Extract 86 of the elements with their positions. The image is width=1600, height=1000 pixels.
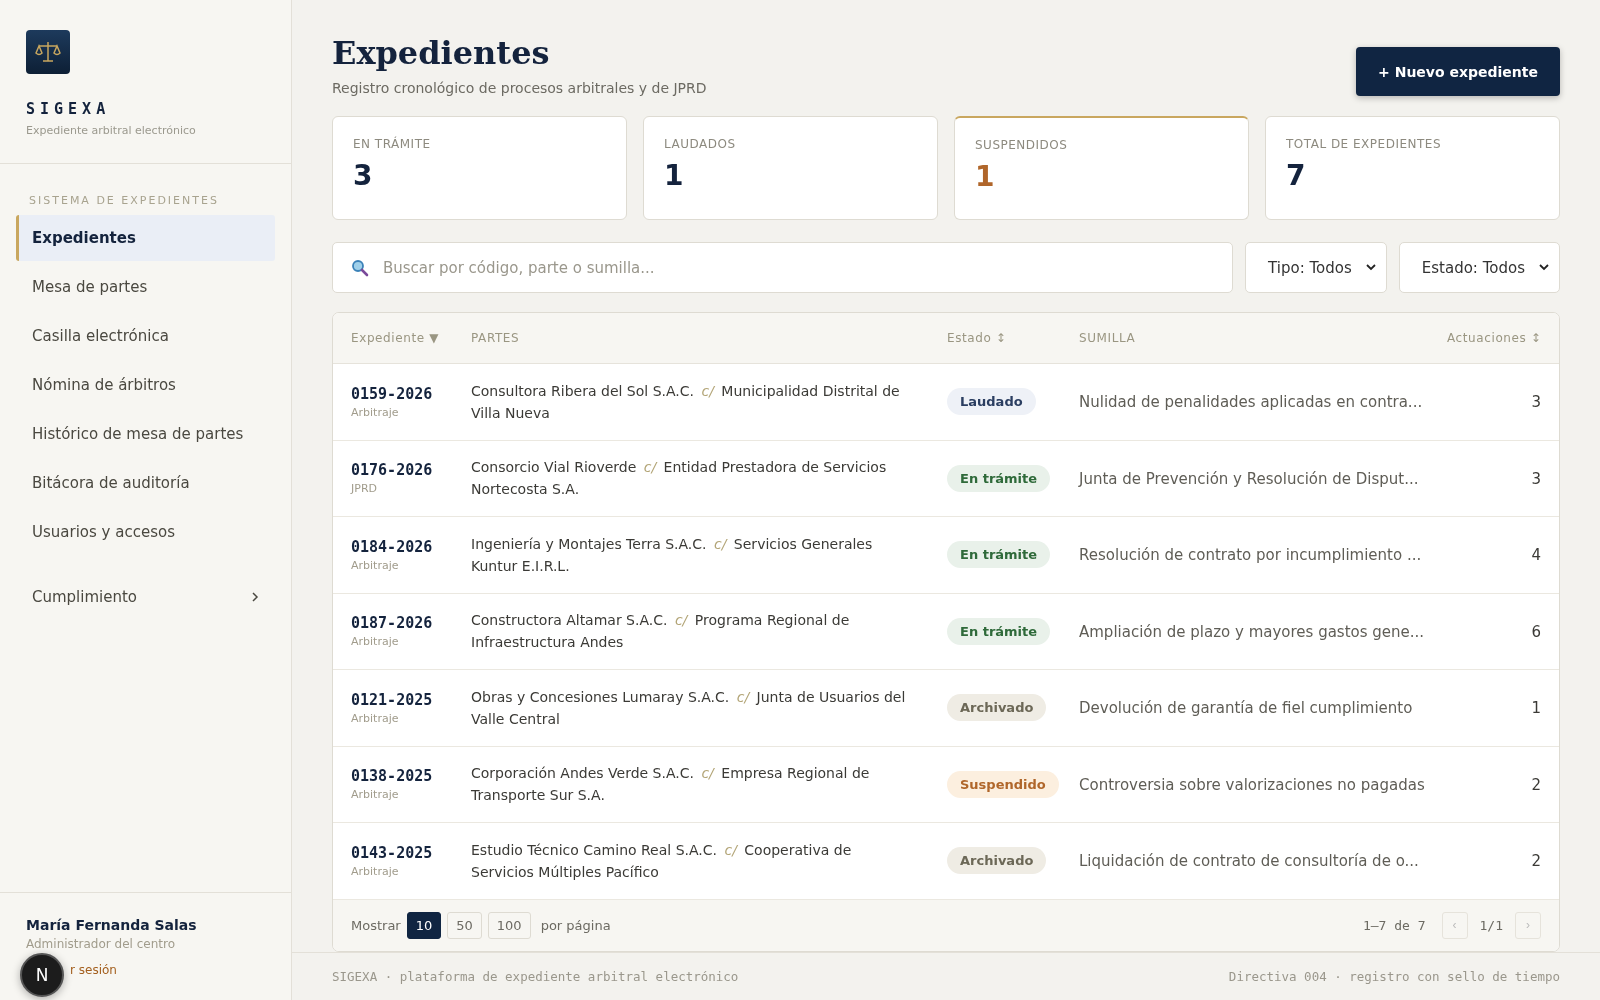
sidebar-item[interactable]: Usuarios y accesos bbox=[16, 509, 275, 555]
search-icon bbox=[351, 258, 369, 277]
stat-value: 1 bbox=[664, 159, 685, 192]
case-code[interactable]: 0138-2025 bbox=[351, 767, 453, 786]
filter-dropdown[interactable]: Tipo: Todos bbox=[1245, 242, 1387, 293]
chevron-down-icon bbox=[1365, 264, 1376, 271]
range-label: 1–7 de 7 bbox=[1362, 917, 1426, 933]
summary-text: Liquidación de contrato de consultoría de o... bbox=[1079, 852, 1419, 871]
page-size-button[interactable]: 100 bbox=[487, 911, 531, 939]
page-title: Expedientes bbox=[332, 34, 551, 72]
chevron-down-icon bbox=[1539, 264, 1549, 271]
parties-text: Estudio Técnico Camino Real S.A.C. c/ Cooperativa de Servicios Múltiples Pacífico bbox=[471, 840, 853, 882]
status-badge: En trámite bbox=[947, 617, 1051, 645]
page-indicator: 1/1 bbox=[1479, 917, 1503, 933]
new-case-button[interactable]: + Nuevo expediente bbox=[1356, 47, 1560, 96]
stat-label: TOTAL DE EXPEDIENTES bbox=[1286, 137, 1442, 151]
stat-label: LAUDADOS bbox=[664, 137, 737, 151]
footer-text: Directiva 004 · registro con sello de tiempo bbox=[1228, 968, 1560, 984]
brand-name: SIGEXA bbox=[26, 100, 112, 118]
page-subtitle: Registro cronológico de procesos arbitrales y de JPRD bbox=[332, 80, 707, 96]
dev-badge[interactable]: N bbox=[20, 953, 64, 997]
case-code[interactable]: 0159-2026 bbox=[351, 384, 453, 403]
parties-text: Ingeniería y Montajes Terra S.A.C. c/ Servicios Generales Kuntur E.I.R.L. bbox=[471, 534, 874, 576]
show-label: Mostrar bbox=[351, 917, 401, 933]
case-type: Arbitraje bbox=[351, 558, 400, 572]
actions-count: 3 bbox=[1531, 393, 1541, 412]
case-code[interactable]: 0121-2025 bbox=[351, 690, 453, 709]
summary-text: Junta de Prevención y Resolución de Disput... bbox=[1079, 469, 1419, 488]
parties-text: Corporación Andes Verde S.A.C. c/ Empresa Regional de Transporte Sur S.A. bbox=[471, 764, 871, 806]
status-badge: En trámite bbox=[947, 464, 1051, 492]
stat-value: 7 bbox=[1286, 159, 1307, 192]
case-code[interactable]: 0143-2025 bbox=[351, 843, 453, 862]
sidebar-item[interactable]: Expedientes bbox=[16, 215, 275, 261]
parties-text: Consultora Ribera del Sol S.A.C. c/ Municipalidad Distrital de Villa Nueva bbox=[471, 381, 901, 423]
case-type: Arbitraje bbox=[351, 788, 400, 802]
chevron-right-icon bbox=[251, 592, 259, 602]
stat-label: SUSPENDIDOS bbox=[975, 138, 1069, 152]
actions-count: 1 bbox=[1531, 699, 1541, 718]
actions-count: 3 bbox=[1531, 469, 1541, 488]
search-box[interactable]: Buscar por código, parte o sumilla... bbox=[332, 242, 1234, 293]
case-code[interactable]: 0176-2026 bbox=[351, 461, 453, 480]
summary-text: Resolución de contrato por incumplimiento ... bbox=[1079, 546, 1422, 565]
summary-text: Nulidad de penalidades aplicadas en contra... bbox=[1079, 393, 1423, 412]
logo-icon bbox=[26, 30, 70, 74]
status-badge: Laudado bbox=[947, 388, 1036, 416]
actions-count: 2 bbox=[1531, 775, 1541, 794]
status-badge: En trámite bbox=[947, 541, 1051, 569]
parties-text: Consorcio Vial Rioverde c/ Entidad Prestadora de Servicios Nortecosta S.A. bbox=[471, 458, 888, 500]
parties-text: Obras y Concesiones Lumaray S.A.C. c/ Junta de Usuarios del Valle Central bbox=[471, 687, 907, 729]
stat-value: 1 bbox=[975, 160, 996, 193]
stat-label: EN TRÁMITE bbox=[353, 137, 432, 151]
status-badge: Suspendido bbox=[947, 770, 1059, 798]
parties-text: Constructora Altamar S.A.C. c/ Programa Regional de Infraestructura Andes bbox=[471, 611, 851, 653]
search-field[interactable]: Buscar por código, parte o sumilla... bbox=[381, 257, 1215, 278]
section-label: SISTEMA DE EXPEDIENTES bbox=[28, 193, 220, 207]
sidebar-item[interactable]: Bitácora de auditoría bbox=[16, 460, 275, 506]
case-code[interactable]: 0187-2026 bbox=[351, 614, 453, 633]
footer-text: SIGEXA · plataforma de expediente arbitral electrónico bbox=[332, 968, 739, 984]
sidebar-item[interactable]: Mesa de partes bbox=[16, 264, 275, 310]
actions-count: 6 bbox=[1531, 622, 1541, 641]
sidebar-item[interactable]: Casilla electrónica bbox=[16, 313, 275, 359]
per-page-label: por página bbox=[540, 917, 611, 933]
filter-dropdown[interactable]: Estado: Todos bbox=[1398, 242, 1560, 293]
page-size-button[interactable]: 50 bbox=[447, 911, 482, 939]
sidebar-item[interactable]: Histórico de mesa de partes bbox=[16, 411, 275, 457]
sidebar-item[interactable]: Nómina de árbitros bbox=[16, 362, 275, 408]
sidebar-item[interactable]: Cumplimiento bbox=[16, 574, 275, 620]
case-code[interactable]: 0184-2026 bbox=[351, 537, 453, 556]
case-type: Arbitraje bbox=[351, 405, 400, 419]
status-badge: Archivado bbox=[947, 847, 1047, 875]
summary-text: Devolución de garantía de fiel cumplimiento bbox=[1079, 699, 1413, 718]
user-name: María Fernanda Salas bbox=[26, 917, 198, 933]
stat-value: 3 bbox=[353, 159, 374, 192]
case-type: Arbitraje bbox=[351, 864, 400, 878]
case-type: JPRD bbox=[351, 482, 378, 496]
case-type: Arbitraje bbox=[351, 635, 400, 649]
brand-tagline: Expediente arbitral electrónico bbox=[26, 124, 197, 137]
user-role: Administrador del centro bbox=[26, 937, 176, 951]
case-type: Arbitraje bbox=[351, 711, 400, 725]
page-size-button[interactable]: 10 bbox=[406, 911, 442, 939]
status-badge: Archivado bbox=[947, 694, 1047, 722]
actions-count: 2 bbox=[1531, 852, 1541, 871]
logout-link[interactable]: r sesión bbox=[70, 963, 117, 977]
summary-text: Controversia sobre valorizaciones no pagadas bbox=[1079, 775, 1425, 794]
actions-count: 4 bbox=[1531, 546, 1541, 565]
summary-text: Ampliación de plazo y mayores gastos gene... bbox=[1079, 622, 1425, 641]
